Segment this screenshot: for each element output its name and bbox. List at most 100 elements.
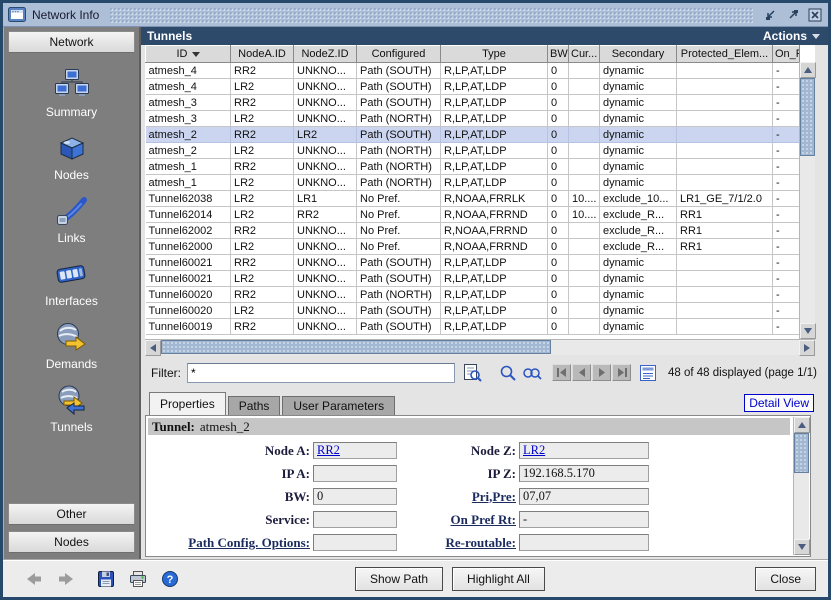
column-header[interactable]: On_Pri <box>773 46 800 63</box>
table-cell: R,LP,AT,LDP <box>441 303 548 319</box>
table-cell: LR2 <box>231 271 294 287</box>
report-icon[interactable] <box>640 365 656 381</box>
table-row[interactable]: Tunnel60020RR2UNKNO...Path (NORTH)R,LP,A… <box>146 287 800 303</box>
highlight-all-button[interactable]: Highlight All <box>452 567 545 591</box>
column-header[interactable]: NodeA.ID <box>231 46 294 63</box>
help-icon[interactable]: ? <box>161 570 179 588</box>
horizontal-scrollbar-thumb[interactable] <box>161 340 551 354</box>
horizontal-scroll-track[interactable] <box>161 340 799 355</box>
table-row[interactable]: atmesh_1RR2UNKNO...Path (NORTH)R,LP,AT,L… <box>146 159 800 175</box>
sidebar-item-interfaces[interactable]: Interfaces <box>45 256 98 308</box>
properties-scrollbar[interactable] <box>793 417 809 555</box>
table-row[interactable]: Tunnel62014LR2RR2No Pref.R,NOAA,FRRND010… <box>146 207 800 223</box>
zoom-in-icon[interactable] <box>499 364 517 382</box>
tunnels-panel-header: Tunnels Actions <box>141 27 828 45</box>
table-cell <box>677 95 773 111</box>
table-row[interactable]: atmesh_1LR2UNKNO...Path (NORTH)R,LP,AT,L… <box>146 175 800 191</box>
table-cell <box>677 127 773 143</box>
search-document-icon[interactable] <box>462 363 482 383</box>
column-header[interactable]: NodeZ.ID <box>294 46 357 63</box>
property-label[interactable]: On Pref Rt: <box>400 512 516 528</box>
table-row[interactable]: atmesh_2LR2UNKNO...Path (NORTH)R,LP,AT,L… <box>146 143 800 159</box>
print-icon[interactable] <box>129 570 147 588</box>
table-row[interactable]: Tunnel62000LR2UNKNO...No Pref.R,NOAA,FRR… <box>146 239 800 255</box>
next-page-button[interactable] <box>592 364 611 381</box>
table-row[interactable]: atmesh_4LR2UNKNO...Path (SOUTH)R,LP,AT,L… <box>146 79 800 95</box>
properties-scrollbar-thumb[interactable] <box>794 433 809 473</box>
forward-icon[interactable] <box>57 570 75 588</box>
previous-page-icon <box>578 368 586 377</box>
column-header[interactable]: Protected_Elem... <box>677 46 773 63</box>
save-icon[interactable] <box>97 570 115 588</box>
properties-scroll-up-button[interactable] <box>794 417 810 433</box>
property-label[interactable]: Pri,Pre: <box>400 489 516 505</box>
network-section-button[interactable]: Network <box>8 31 135 53</box>
table-row[interactable]: atmesh_2RR2LR2Path (SOUTH)R,LP,AT,LDP0dy… <box>146 127 800 143</box>
table-row[interactable]: Tunnel60020LR2UNKNO...Path (SOUTH)R,LP,A… <box>146 303 800 319</box>
scroll-right-button[interactable] <box>799 340 815 356</box>
table-row[interactable]: atmesh_3LR2UNKNO...Path (NORTH)R,LP,AT,L… <box>146 111 800 127</box>
property-value-link[interactable]: RR2 <box>317 443 340 457</box>
table-row[interactable]: Tunnel60019RR2UNKNO...Path (SOUTH)R,LP,A… <box>146 319 800 335</box>
property-value <box>313 511 397 528</box>
tunnels-table-area: IDNodeA.IDNodeZ.IDConfiguredTypeBWCur...… <box>145 45 815 339</box>
minimize-button[interactable] <box>763 7 779 23</box>
close-icon <box>808 8 822 22</box>
table-cell: - <box>773 319 800 335</box>
sidebar-item-links[interactable]: Links <box>54 193 90 245</box>
column-header[interactable]: BW <box>548 46 569 63</box>
table-cell: R,LP,AT,LDP <box>441 111 548 127</box>
first-page-icon <box>557 368 567 377</box>
table-row[interactable]: Tunnel60021LR2UNKNO...Path (SOUTH)R,LP,A… <box>146 271 800 287</box>
table-vertical-scrollbar[interactable] <box>799 62 815 339</box>
nodes-section-button[interactable]: Nodes <box>8 531 135 553</box>
close-button-titlebar[interactable] <box>807 7 823 23</box>
table-horizontal-scrollbar[interactable] <box>145 339 815 355</box>
sidebar-item-tunnels[interactable]: Tunnels <box>50 382 92 434</box>
properties-scroll-track[interactable] <box>794 433 809 539</box>
scroll-left-button[interactable] <box>145 340 161 356</box>
table-row[interactable]: atmesh_3RR2UNKNO...Path (SOUTH)R,LP,AT,L… <box>146 95 800 111</box>
property-label[interactable]: Re-routable: <box>400 535 516 551</box>
sidebar-item-demands[interactable]: Demands <box>46 319 97 371</box>
window-titlebar[interactable]: Network Info <box>3 3 828 27</box>
previous-page-button[interactable] <box>572 364 591 381</box>
sidebar-item-summary[interactable]: Summary <box>46 67 97 119</box>
zoom-overview-icon[interactable] <box>522 364 542 382</box>
actions-menu[interactable]: Actions <box>763 29 820 43</box>
first-page-button[interactable] <box>552 364 571 381</box>
tab-paths[interactable]: Paths <box>228 396 281 415</box>
sidebar-item-nodes[interactable]: Nodes <box>54 130 90 182</box>
detail-view-button[interactable]: Detail View <box>744 394 814 412</box>
properties-header-value: atmesh_2 <box>200 419 250 435</box>
table-cell <box>677 143 773 159</box>
table-row[interactable]: Tunnel62038LR2LR1No Pref.R,NOAA,FRRLK010… <box>146 191 800 207</box>
close-button[interactable]: Close <box>755 567 816 591</box>
column-header[interactable]: Configured <box>357 46 441 63</box>
tab-user-parameters[interactable]: User Parameters <box>282 396 395 415</box>
show-path-button[interactable]: Show Path <box>355 567 443 591</box>
property-value-link[interactable]: LR2 <box>523 443 545 457</box>
back-icon[interactable] <box>25 570 43 588</box>
filter-input[interactable] <box>187 363 455 383</box>
property-label[interactable]: Path Config. Options: <box>148 535 310 551</box>
vertical-scrollbar-thumb[interactable] <box>800 78 815 156</box>
vertical-scroll-track[interactable] <box>800 78 815 323</box>
table-row[interactable]: Tunnel62002RR2UNKNO...No Pref.R,NOAA,FRR… <box>146 223 800 239</box>
column-header[interactable]: Secondary <box>600 46 677 63</box>
table-row[interactable]: atmesh_4RR2UNKNO...Path (SOUTH)R,LP,AT,L… <box>146 63 800 79</box>
table-cell: UNKNO... <box>294 303 357 319</box>
table-cell: 0 <box>548 287 569 303</box>
other-section-button[interactable]: Other <box>8 503 135 525</box>
last-page-button[interactable] <box>612 364 631 381</box>
column-header[interactable]: ID <box>146 46 231 63</box>
column-header[interactable]: Cur... <box>569 46 600 63</box>
properties-scroll-down-button[interactable] <box>794 539 810 555</box>
column-header[interactable]: Type <box>441 46 548 63</box>
maximize-button[interactable] <box>785 7 801 23</box>
table-row[interactable]: Tunnel60021RR2UNKNO...Path (SOUTH)R,LP,A… <box>146 255 800 271</box>
scroll-up-button[interactable] <box>800 62 816 78</box>
tab-properties[interactable]: Properties <box>149 392 226 415</box>
scroll-down-button[interactable] <box>800 323 816 339</box>
table-cell <box>677 159 773 175</box>
